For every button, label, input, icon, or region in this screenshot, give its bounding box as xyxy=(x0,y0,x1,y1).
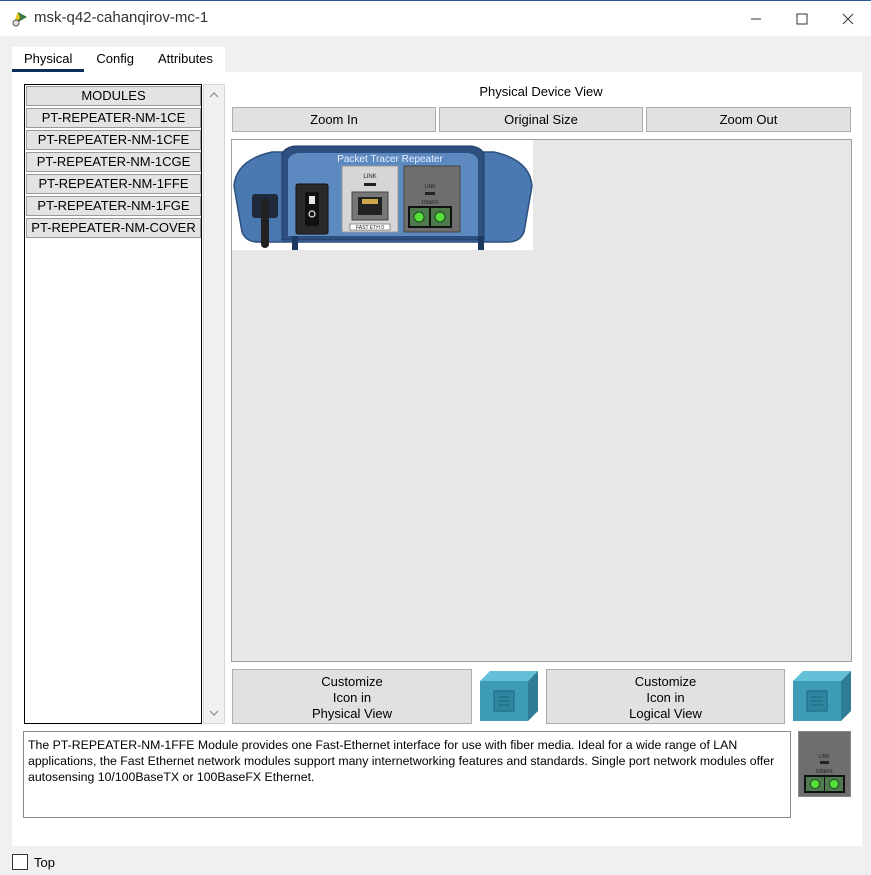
link-label: LINK xyxy=(363,174,376,180)
modules-header[interactable]: MODULES xyxy=(26,86,201,106)
module-item[interactable]: PT-REPEATER-NM-1CFE xyxy=(26,130,201,150)
title-bar: msk-q42-cahanqirov-mc-1 xyxy=(0,0,871,36)
maximize-button[interactable] xyxy=(779,1,825,37)
module-item[interactable]: PT-REPEATER-NM-COVER xyxy=(26,218,201,238)
fiber-module-thumbnail-image: LINK 100bFX xyxy=(799,732,850,796)
tab-config[interactable]: Config xyxy=(84,47,146,72)
customize-logical-line1: Customize xyxy=(634,674,697,689)
customize-logical-line2: Icon in xyxy=(646,690,685,705)
maximize-icon xyxy=(796,13,808,25)
device-name-label: Packet Tracer Repeater xyxy=(337,154,443,165)
thumb-link-label: LINK xyxy=(818,754,830,760)
physical-device-viewport[interactable]: LINK FAST ETH 0 LINK 100bFX Packet Trace… xyxy=(231,139,852,662)
close-button[interactable] xyxy=(825,1,871,37)
zoom-in-button[interactable]: Zoom In xyxy=(232,107,436,132)
original-size-button[interactable]: Original Size xyxy=(439,107,643,132)
scroll-down-button[interactable] xyxy=(204,703,224,723)
module-item[interactable]: PT-REPEATER-NM-1CGE xyxy=(26,152,201,172)
chevron-up-icon xyxy=(209,92,219,98)
thumb-fiber-label: 100bFX xyxy=(815,769,833,775)
customize-logical-icon-button[interactable]: Customize Icon in Logical View xyxy=(546,669,785,724)
module-thumbnail: LINK 100bFX xyxy=(798,731,851,797)
physical-view-icon-preview xyxy=(480,671,538,721)
customize-logical-line3: Logical View xyxy=(629,706,702,721)
chevron-down-icon xyxy=(209,710,219,716)
customize-physical-line3: Physical View xyxy=(312,706,392,721)
scroll-up-button[interactable] xyxy=(204,85,224,105)
fast-eth-label: FAST ETH 0 xyxy=(356,225,384,231)
logical-view-icon-preview xyxy=(793,671,851,721)
fiber-label: 100bFX xyxy=(421,200,439,206)
module-item[interactable]: PT-REPEATER-NM-1FGE xyxy=(26,196,201,216)
minimize-icon xyxy=(751,18,761,20)
tab-bar: Physical Config Attributes xyxy=(12,47,225,72)
fiber-link-label: LINK xyxy=(424,184,436,190)
tab-attributes[interactable]: Attributes xyxy=(146,47,225,72)
customize-physical-line2: Icon in xyxy=(332,690,372,705)
modules-scrollbar[interactable] xyxy=(203,84,225,724)
minimize-button[interactable] xyxy=(733,1,779,37)
packet-tracer-app-icon xyxy=(12,12,27,27)
module-item[interactable]: PT-REPEATER-NM-1CE xyxy=(26,108,201,128)
module-item[interactable]: PT-REPEATER-NM-1FFE xyxy=(26,174,201,194)
tab-physical[interactable]: Physical xyxy=(12,47,85,72)
window-title: msk-q42-cahanqirov-mc-1 xyxy=(34,9,209,26)
customize-physical-icon-button[interactable]: Customize Icon in Physical View xyxy=(232,669,472,724)
top-checkbox[interactable] xyxy=(12,854,28,870)
repeater-device-image[interactable]: LINK FAST ETH 0 LINK 100bFX Packet Trace… xyxy=(232,140,533,250)
modules-list: MODULES PT-REPEATER-NM-1CE PT-REPEATER-N… xyxy=(24,84,202,724)
customize-physical-line1: Customize xyxy=(321,674,383,689)
physical-device-view-title: Physical Device View xyxy=(479,84,603,99)
close-icon xyxy=(842,13,854,25)
repeater-device-illustration: LINK FAST ETH 0 LINK 100bFX Packet Trace… xyxy=(233,145,533,250)
top-checkbox-label: Top xyxy=(34,855,55,870)
module-description: The PT-REPEATER-NM-1FFE Module provides … xyxy=(23,731,791,818)
zoom-out-button[interactable]: Zoom Out xyxy=(646,107,851,132)
